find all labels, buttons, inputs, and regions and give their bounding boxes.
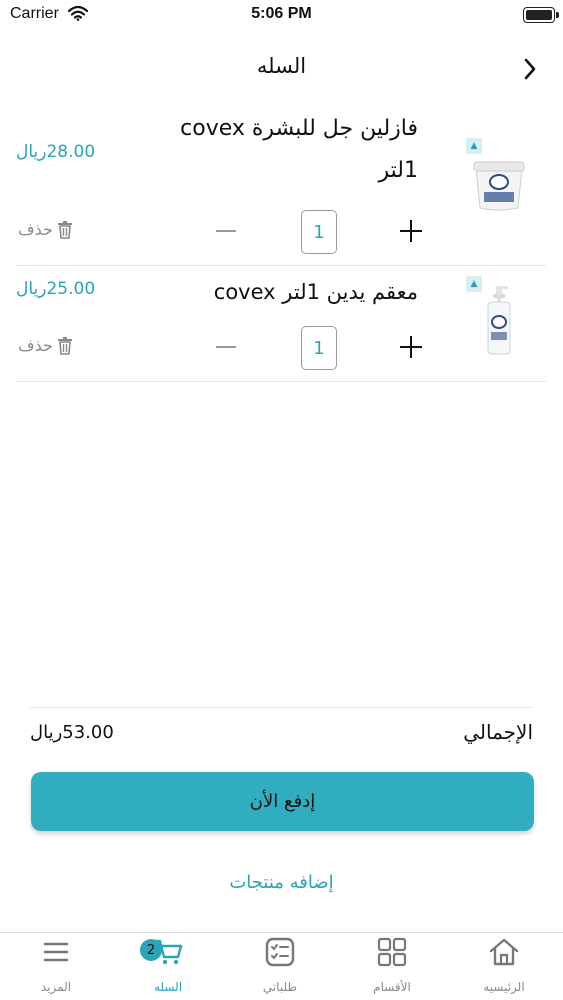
delete-button[interactable]: حذف: [18, 220, 73, 239]
quantity-field[interactable]: 1: [301, 326, 337, 370]
cart-item: ▲ فازلين جل للبشرة covex 1لتر 28.00ريال …: [16, 102, 546, 266]
tab-bar: المزيد 2 السله طلباتي الأقسام الرئيسيه: [0, 932, 563, 1000]
quantity-stepper: حذف 1: [16, 326, 436, 370]
grid-icon: [377, 937, 407, 967]
tab-label: طلباتي: [262, 980, 298, 994]
tab-categories[interactable]: الأقسام: [336, 933, 448, 1000]
decrease-quantity-button[interactable]: [216, 346, 236, 348]
back-button[interactable]: [515, 54, 545, 84]
product-name-line: معقم يدين 1لتر covex: [213, 280, 418, 304]
tab-label: المزيد: [40, 980, 72, 994]
cart-count-badge: 2: [140, 939, 162, 961]
tab-label: الأقسام: [373, 980, 411, 994]
item-price: 25.00ريال: [16, 279, 96, 299]
increase-quantity-button[interactable]: [400, 220, 422, 242]
trash-icon: [57, 220, 72, 239]
page-title: السله: [256, 54, 307, 78]
product-name: معقم يدين 1لتر covex: [148, 272, 418, 312]
product-image[interactable]: ▲: [466, 138, 532, 218]
add-products-link[interactable]: إضافه منتجات: [0, 872, 563, 893]
tab-cart[interactable]: 2 السله: [112, 933, 224, 1000]
delete-label: حذف: [18, 220, 53, 239]
status-bar: Carrier 5:06 PM: [0, 0, 563, 30]
chevron-right-icon: [524, 58, 536, 80]
total-value: 53.00ريال: [30, 722, 114, 743]
delete-label: حذف: [18, 336, 53, 355]
tab-more[interactable]: المزيد: [0, 933, 112, 1000]
tab-orders[interactable]: طلباتي: [224, 933, 336, 1000]
product-name-line: فازلين جل للبشرة covex: [180, 116, 418, 141]
home-icon: [489, 938, 519, 966]
increase-quantity-button[interactable]: [400, 336, 422, 358]
brand-badge-icon: ▲: [466, 138, 482, 154]
checklist-icon: [265, 937, 295, 967]
tab-label: الرئيسيه: [483, 980, 525, 994]
tab-label: السله: [153, 980, 183, 994]
quantity-field[interactable]: 1: [301, 210, 337, 254]
tab-home[interactable]: الرئيسيه: [448, 933, 560, 1000]
navigation-bar: السله: [0, 42, 563, 92]
brand-badge-icon: ▲: [466, 276, 482, 292]
trash-icon: [57, 336, 72, 355]
item-price: 28.00ريال: [16, 142, 96, 162]
battery-icon: [523, 7, 559, 23]
total-label: الإجمالي: [463, 720, 533, 744]
product-image[interactable]: ▲: [466, 276, 532, 356]
divider: [30, 707, 533, 708]
product-name-line: 1لتر: [378, 158, 418, 183]
product-name: فازلين جل للبشرة covex 1لتر: [148, 108, 418, 192]
menu-icon: [43, 942, 69, 962]
decrease-quantity-button[interactable]: [216, 230, 236, 232]
cart-item: ▲ معقم يدين 1لتر covex 25.00ريال حذف 1: [16, 266, 546, 382]
delete-button[interactable]: حذف: [18, 336, 73, 355]
clock: 5:06 PM: [251, 5, 312, 22]
pay-now-button[interactable]: إدفع الأن: [31, 772, 534, 831]
quantity-stepper: حذف 1: [16, 210, 436, 254]
